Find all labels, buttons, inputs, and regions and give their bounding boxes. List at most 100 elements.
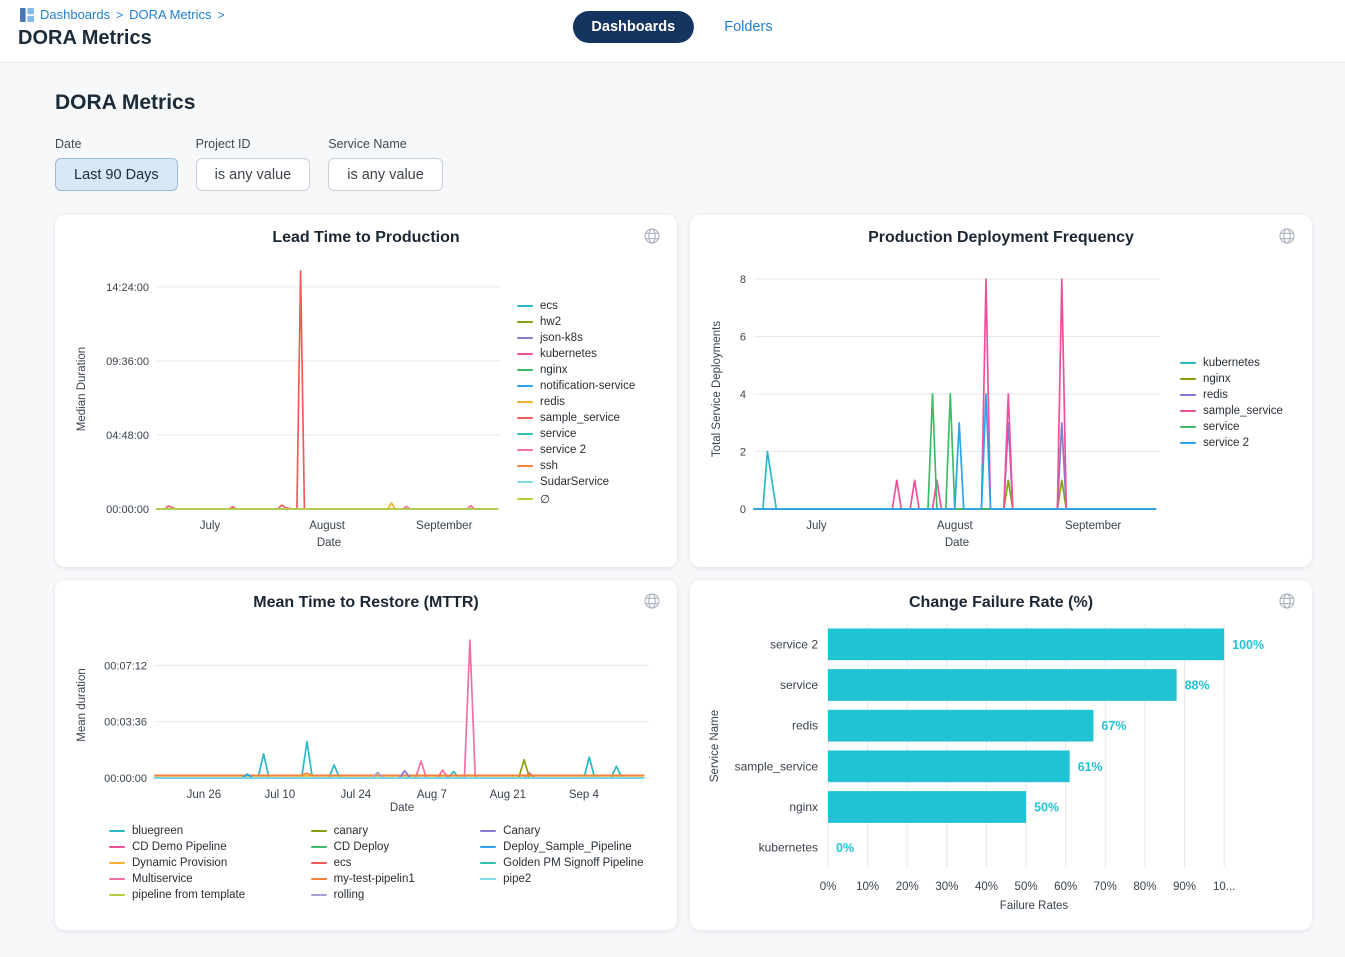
svg-text:4: 4 <box>740 389 746 401</box>
svg-text:redis: redis <box>792 719 818 733</box>
legend-label: hw2 <box>540 316 561 328</box>
legend-swatch <box>480 862 496 865</box>
svg-text:0%: 0% <box>820 881 837 893</box>
legend-item-kubernetes[interactable]: kubernetes <box>517 348 635 360</box>
legend-item-Deploy_Sample_Pipeline[interactable]: Deploy_Sample_Pipeline <box>480 841 654 853</box>
legend-item-my-test-pipelin1[interactable]: my-test-pipelin1 <box>311 873 426 885</box>
legend-item-rolling[interactable]: rolling <box>311 889 426 901</box>
bar-service 2[interactable] <box>828 628 1224 660</box>
legend-swatch <box>517 369 533 372</box>
legend-item-service[interactable]: service <box>1180 421 1283 433</box>
svg-text:61%: 61% <box>1078 760 1103 774</box>
legend-item-notification-service[interactable]: notification-service <box>517 380 635 392</box>
card-change-failure-rate: Change Failure Rate (%) 0%10%20%30%40%50… <box>690 580 1312 930</box>
project-id-filter-button[interactable]: is any value <box>196 158 311 191</box>
series-sample_service <box>157 271 497 509</box>
svg-text:Sep 4: Sep 4 <box>569 789 600 801</box>
chart-title: Lead Time to Production <box>71 225 661 247</box>
legend-item-Canary[interactable]: Canary <box>480 825 654 837</box>
svg-text:14:24:00: 14:24:00 <box>106 282 149 294</box>
svg-text:July: July <box>806 520 827 532</box>
legend-item-hw2[interactable]: hw2 <box>517 316 635 328</box>
legend-item-json-k8s[interactable]: json-k8s <box>517 332 635 344</box>
legend-item-ssh[interactable]: ssh <box>517 460 635 472</box>
legend-swatch <box>480 830 496 833</box>
legend-item-sample_service[interactable]: sample_service <box>517 412 635 424</box>
legend-item-nginx[interactable]: nginx <box>1180 373 1283 385</box>
bar-service[interactable] <box>828 669 1177 701</box>
filter-date: Date Last 90 Days <box>55 137 178 191</box>
breadcrumb-separator: > <box>217 8 224 22</box>
change-failure-rate-chart[interactable]: 0%10%20%30%40%50%60%70%80%90%10...Failur… <box>706 618 1296 916</box>
svg-text:July: July <box>200 520 221 532</box>
legend-label: canary <box>334 825 369 837</box>
filter-date-label: Date <box>55 137 178 151</box>
legend-swatch <box>311 894 327 897</box>
legend-item-pipeline from template[interactable]: pipeline from template <box>109 889 256 901</box>
dashboard-grid: Lead Time to Production 00:00:0004:48:00… <box>55 215 1345 930</box>
legend-swatch <box>517 385 533 388</box>
svg-text:0: 0 <box>740 504 746 516</box>
mttr-chart[interactable]: 00:00:0000:03:3600:07:12Jun 26Jul 10Jul … <box>71 618 661 818</box>
legend-label: ecs <box>540 300 558 312</box>
legend-item-service 2[interactable]: service 2 <box>1180 437 1283 449</box>
legend-item-service[interactable]: service <box>517 428 635 440</box>
breadcrumb-link-dora-metrics[interactable]: DORA Metrics <box>129 7 211 22</box>
legend-label: redis <box>540 396 565 408</box>
tab-dashboards[interactable]: Dashboards <box>572 11 694 43</box>
svg-text:10%: 10% <box>856 881 879 893</box>
svg-text:Jul 24: Jul 24 <box>341 789 372 801</box>
legend-label: Deploy_Sample_Pipeline <box>503 841 632 853</box>
svg-text:10...: 10... <box>1213 881 1235 893</box>
svg-text:04:48:00: 04:48:00 <box>106 430 149 442</box>
legend-item-CD Deploy[interactable]: CD Deploy <box>311 841 426 853</box>
section-title: DORA Metrics <box>55 91 1345 115</box>
legend-swatch <box>1180 394 1196 397</box>
deployment-frequency-chart[interactable]: 02468JulyAugustSeptemberDateTotal Servic… <box>706 253 1174 553</box>
breadcrumb: Dashboards > DORA Metrics > <box>20 7 224 22</box>
legend-item-nginx[interactable]: nginx <box>517 364 635 376</box>
lead-time-chart[interactable]: 00:00:0004:48:0009:36:0014:24:00JulyAugu… <box>71 253 511 553</box>
card-mean-time-to-restore: Mean Time to Restore (MTTR) 00:00:0000:0… <box>55 580 677 930</box>
legend-item-pipe2[interactable]: pipe2 <box>480 873 654 885</box>
svg-text:Jul 10: Jul 10 <box>265 789 296 801</box>
legend-item-ecs[interactable]: ecs <box>311 857 426 869</box>
legend-item-canary[interactable]: canary <box>311 825 426 837</box>
legend-item-service 2[interactable]: service 2 <box>517 444 635 456</box>
legend-swatch <box>480 846 496 849</box>
legend-item-redis[interactable]: redis <box>517 396 635 408</box>
legend-swatch <box>311 830 327 833</box>
date-filter-button[interactable]: Last 90 Days <box>55 158 178 191</box>
legend-item-sample_service[interactable]: sample_service <box>1180 405 1283 417</box>
legend-item-Golden PM Signoff Pipeline[interactable]: Golden PM Signoff Pipeline <box>480 857 654 869</box>
legend-item-redis[interactable]: redis <box>1180 389 1283 401</box>
legend-item-Multiservice[interactable]: Multiservice <box>109 873 256 885</box>
service-name-filter-button[interactable]: is any value <box>328 158 443 191</box>
lead-time-legend: ecs hw2 json-k8s kubernetes nginx notificatio… <box>517 300 635 506</box>
bar-nginx[interactable] <box>828 791 1026 823</box>
legend-label: service <box>1203 421 1239 433</box>
legend-item-ecs[interactable]: ecs <box>517 300 635 312</box>
chart-title: Production Deployment Frequency <box>706 225 1296 247</box>
bar-sample_service[interactable] <box>828 750 1070 782</box>
top-header: Dashboards > DORA Metrics > DORA Metrics… <box>0 0 1345 63</box>
bar-redis[interactable] <box>828 710 1093 742</box>
svg-text:8: 8 <box>740 274 746 286</box>
legend-item-∅[interactable]: ∅ <box>517 492 635 506</box>
legend-item-Dynamic Provision[interactable]: Dynamic Provision <box>109 857 256 869</box>
tab-folders[interactable]: Folders <box>724 19 772 35</box>
legend-item-kubernetes[interactable]: kubernetes <box>1180 357 1283 369</box>
legend-swatch <box>517 417 533 420</box>
legend-swatch <box>311 862 327 865</box>
deployment-frequency-legend: kubernetes nginx redis sample_serviceservic… <box>1180 357 1283 449</box>
svg-text:30%: 30% <box>935 881 958 893</box>
legend-label: pipeline from template <box>132 889 245 901</box>
svg-text:100%: 100% <box>1232 638 1264 652</box>
legend-label: ∅ <box>540 492 550 506</box>
breadcrumb-link-dashboards[interactable]: Dashboards <box>40 7 110 22</box>
legend-item-bluegreen[interactable]: bluegreen <box>109 825 256 837</box>
legend-label: service <box>540 428 576 440</box>
chart-title: Mean Time to Restore (MTTR) <box>71 590 661 612</box>
legend-item-CD Demo Pipeline[interactable]: CD Demo Pipeline <box>109 841 256 853</box>
legend-item-SudarService[interactable]: SudarService <box>517 476 635 488</box>
